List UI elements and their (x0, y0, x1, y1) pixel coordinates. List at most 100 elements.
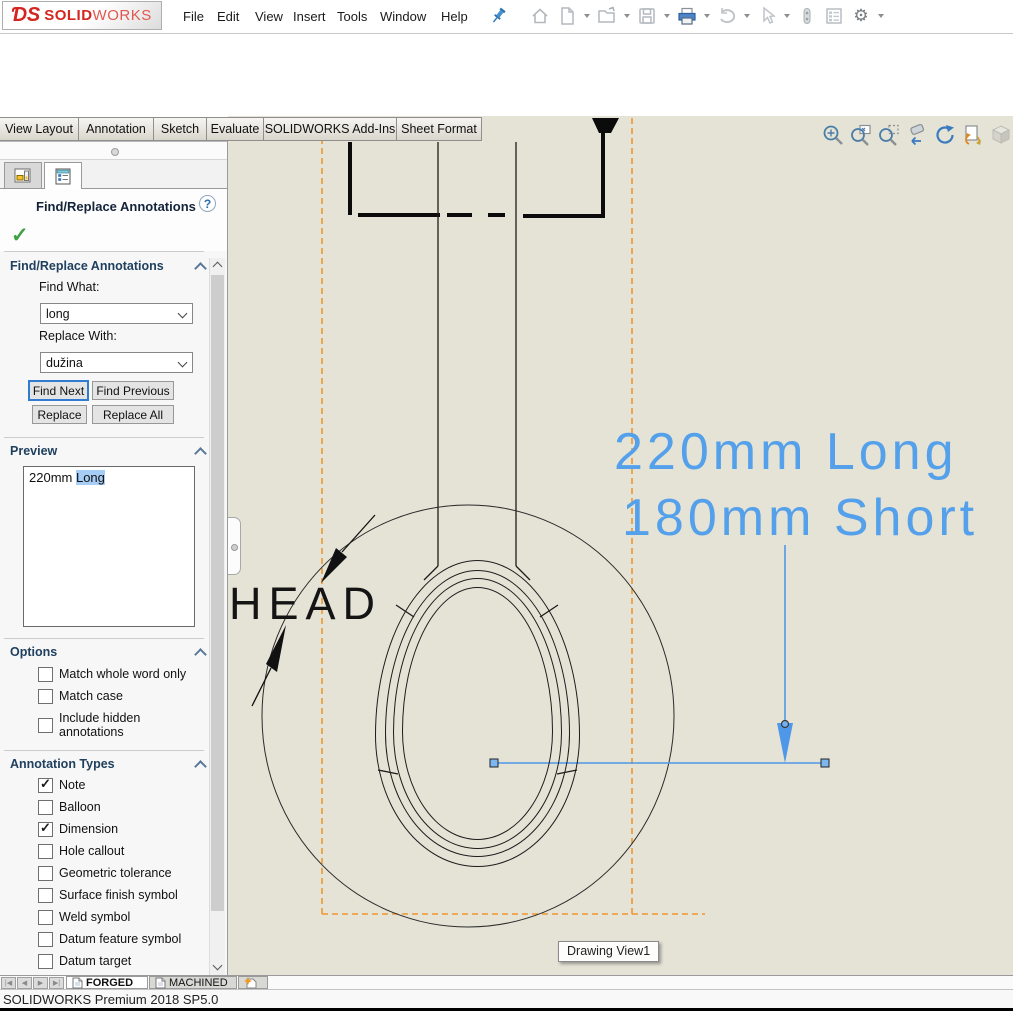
checkbox-balloon[interactable]: Balloon (38, 800, 101, 815)
scrollbar-thumb[interactable] (211, 275, 224, 911)
zoom-to-fit-icon[interactable] (820, 122, 846, 148)
undo-dropdown-caret[interactable] (744, 14, 750, 18)
checkbox[interactable] (38, 954, 53, 969)
checkbox[interactable]: ✓ (38, 778, 53, 793)
magnet-toggle-icon[interactable] (795, 4, 819, 28)
find-next-button[interactable]: Find Next (28, 380, 89, 401)
checkbox-include-hidden[interactable]: Include hidden annotations (38, 711, 167, 739)
collapse-chevron-icon[interactable] (194, 262, 207, 275)
panel-tab-row (0, 160, 227, 189)
view-3d-icon[interactable] (988, 122, 1013, 148)
checkbox-hole-callout[interactable]: Hole callout (38, 844, 124, 859)
find-what-combobox[interactable]: long (40, 303, 193, 324)
save-dropdown-caret[interactable] (664, 14, 670, 18)
select-cursor-icon[interactable] (755, 4, 779, 28)
checkbox[interactable] (38, 718, 53, 733)
panel-scrollbar[interactable] (209, 258, 225, 975)
checkbox-dimension[interactable]: ✓ Dimension (38, 822, 118, 837)
tab-annotation[interactable]: Annotation (78, 117, 154, 141)
menu-file[interactable]: File (183, 9, 204, 24)
menu-view[interactable]: View (255, 9, 283, 24)
checkbox-surface-finish[interactable]: Surface finish symbol (38, 888, 178, 903)
checkbox-datum-target[interactable]: Datum target (38, 954, 131, 969)
redraw-icon[interactable] (932, 122, 958, 148)
sheet-icon (72, 977, 83, 989)
sheet-properties-icon[interactable] (960, 122, 986, 148)
drawing-graphics-area[interactable]: 220mm Long 180mm Short HEAD Drawing View… (228, 116, 1013, 975)
checkbox-geometric-tolerance[interactable]: Geometric tolerance (38, 866, 172, 881)
prev-sheet-button[interactable]: ◀ (17, 977, 32, 989)
next-sheet-button[interactable]: ▶ (33, 977, 48, 989)
head-note-text[interactable]: HEAD (229, 578, 382, 630)
checkbox[interactable] (38, 844, 53, 859)
tab-solidworks-add-ins[interactable]: SOLIDWORKS Add-Ins (263, 117, 397, 141)
checkbox[interactable] (38, 800, 53, 815)
tab-evaluate[interactable]: Evaluate (206, 117, 264, 141)
checkbox[interactable]: ✓ (38, 822, 53, 837)
undo-icon[interactable] (715, 4, 739, 28)
property-manager-tab[interactable] (44, 162, 82, 190)
menu-insert[interactable]: Insert (293, 9, 326, 24)
feature-manager-tab[interactable] (4, 162, 42, 189)
checkbox-note[interactable]: ✓ Note (38, 778, 85, 793)
print-dropdown-caret[interactable] (704, 14, 710, 18)
help-icon[interactable]: ? (199, 195, 216, 212)
find-previous-button[interactable]: Find Previous (92, 381, 174, 400)
dimension-text-line1[interactable]: 220mm Long (614, 422, 958, 482)
zoom-in-out-icon[interactable] (876, 122, 902, 148)
combo-chevron-icon[interactable] (178, 358, 188, 368)
menu-window[interactable]: Window (380, 9, 426, 24)
checkbox[interactable] (38, 866, 53, 881)
replace-all-button[interactable]: Replace All (92, 405, 174, 424)
last-sheet-button[interactable]: ▶| (49, 977, 64, 989)
collapse-chevron-icon[interactable] (194, 648, 207, 661)
collapse-chevron-icon[interactable] (194, 447, 207, 460)
replace-button[interactable]: Replace (32, 405, 87, 424)
checkbox-match-whole-word[interactable]: Match whole word only (38, 667, 186, 682)
sheet-tab-forged[interactable]: FORGED (66, 976, 148, 989)
scroll-up-icon[interactable] (213, 262, 223, 272)
checkbox[interactable] (38, 888, 53, 903)
splitter-dot (231, 544, 238, 551)
sheet-tab-machined[interactable]: MACHINED (149, 976, 237, 989)
collapse-chevron-icon[interactable] (194, 760, 207, 773)
pin-menu-icon[interactable] (490, 6, 508, 31)
options-gear-icon[interactable]: ⚙ (849, 4, 873, 28)
menu-tools[interactable]: Tools (337, 9, 367, 24)
properties-panel-icon[interactable] (822, 4, 846, 28)
menu-help[interactable]: Help (441, 9, 468, 24)
select-dropdown-caret[interactable] (784, 14, 790, 18)
new-document-icon[interactable] (555, 4, 579, 28)
tab-sketch[interactable]: Sketch (153, 117, 207, 141)
dimension-text-line2[interactable]: 180mm Short (622, 488, 978, 548)
open-dropdown-caret[interactable] (624, 14, 630, 18)
checkbox[interactable] (38, 667, 53, 682)
print-icon[interactable] (675, 4, 699, 28)
first-sheet-button[interactable]: |◀ (1, 977, 16, 989)
previous-view-icon[interactable] (904, 122, 930, 148)
checkbox[interactable] (38, 689, 53, 704)
ribbon-tab-bar: View Layout Annotation Sketch Evaluate S… (0, 117, 482, 141)
home-icon[interactable] (528, 4, 552, 28)
combo-chevron-icon[interactable] (178, 309, 188, 319)
menu-edit[interactable]: Edit (217, 9, 239, 24)
zoom-to-area-icon[interactable] (848, 122, 874, 148)
options-dropdown-caret[interactable] (878, 14, 884, 18)
checkbox-match-case[interactable]: Match case (38, 689, 123, 704)
replace-with-combobox[interactable]: dužina (40, 352, 193, 373)
checkbox[interactable] (38, 932, 53, 947)
panel-splitter-handle[interactable] (228, 517, 241, 575)
new-dropdown-caret[interactable] (584, 14, 590, 18)
tab-sheet-format[interactable]: Sheet Format (396, 117, 482, 141)
divider (4, 638, 204, 639)
checkbox[interactable] (38, 910, 53, 925)
open-icon[interactable] (595, 4, 619, 28)
ok-button[interactable]: ✓ (11, 223, 29, 248)
ribbon-collapse-strip[interactable] (0, 141, 227, 160)
tab-view-layout[interactable]: View Layout (0, 117, 79, 141)
save-icon[interactable] (635, 4, 659, 28)
checkbox-datum-feature[interactable]: Datum feature symbol (38, 932, 181, 947)
checkbox-weld-symbol[interactable]: Weld symbol (38, 910, 130, 925)
scroll-down-icon[interactable] (213, 961, 223, 971)
add-sheet-tab[interactable] (238, 976, 268, 989)
